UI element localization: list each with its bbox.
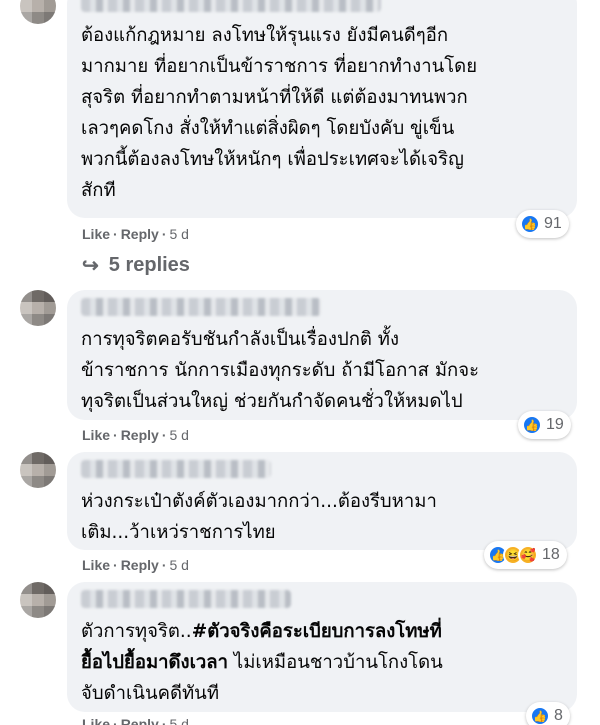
- view-replies-link[interactable]: ↪ 5 replies: [82, 253, 190, 278]
- timestamp[interactable]: 5 d: [169, 716, 188, 725]
- timestamp[interactable]: 5 d: [169, 557, 188, 573]
- reaction-count: 91: [544, 215, 562, 232]
- comment-text: การทุจริตคอรับชันกำลังเป็นเรื่องปกติ ทั้…: [81, 329, 480, 412]
- author-name-blurred[interactable]: [81, 460, 271, 478]
- care-icon: 🥰: [518, 545, 538, 565]
- comment-bubble: ห่วงกระเป๋าตังค์ตัวเองมากกว่า...ต้องรีบห…: [67, 452, 577, 550]
- comment-actions: Like · Reply · 5 d: [82, 427, 189, 443]
- like-icon: 👍: [530, 706, 550, 725]
- like-button[interactable]: Like: [82, 226, 110, 242]
- like-button[interactable]: Like: [82, 557, 110, 573]
- reply-arrow-icon: ↪: [82, 255, 99, 277]
- avatar[interactable]: [20, 290, 56, 326]
- reaction-summary[interactable]: 👍 😆 🥰 18: [484, 541, 567, 569]
- author-name-blurred[interactable]: [81, 298, 321, 316]
- comment-text-part: ตัวการทุจริต..: [81, 621, 192, 642]
- like-button[interactable]: Like: [82, 427, 110, 443]
- like-button[interactable]: Like: [82, 716, 110, 725]
- author-name-blurred[interactable]: [81, 590, 291, 608]
- reaction-summary[interactable]: 👍 8: [526, 702, 570, 725]
- reply-button[interactable]: Reply: [121, 226, 159, 242]
- avatar[interactable]: [20, 452, 56, 488]
- avatar[interactable]: [20, 0, 56, 24]
- reply-button[interactable]: Reply: [121, 427, 159, 443]
- like-icon: 👍: [520, 214, 540, 234]
- comment-bubble: ต้องแก้กฎหมาย ลงโทษให้รุนแรง ยังมีคนดีๆอ…: [67, 0, 577, 218]
- reply-button[interactable]: Reply: [121, 557, 159, 573]
- reaction-count: 8: [554, 707, 563, 724]
- comment-text: ห่วงกระเป๋าตังค์ตัวเองมากกว่า...ต้องรีบห…: [81, 491, 437, 543]
- author-name-blurred[interactable]: [81, 0, 381, 12]
- like-icon: 👍: [522, 415, 542, 435]
- comment-actions: Like · Reply · 5 d: [82, 226, 189, 242]
- reaction-count: 19: [546, 416, 564, 433]
- comment-text: ต้องแก้กฎหมาย ลงโทษให้รุนแรง ยังมีคนดีๆอ…: [81, 25, 478, 201]
- replies-label: 5 replies: [108, 254, 190, 276]
- timestamp[interactable]: 5 d: [169, 226, 188, 242]
- avatar[interactable]: [20, 582, 56, 618]
- comment-text: ตัวการทุจริต..#ตัวจริงคือระเบียบการลงโทษ…: [81, 616, 563, 709]
- timestamp[interactable]: 5 d: [169, 427, 188, 443]
- reaction-summary[interactable]: 👍 91: [516, 210, 569, 238]
- reaction-count: 18: [542, 546, 560, 563]
- reaction-summary[interactable]: 👍 19: [518, 411, 571, 439]
- comment-bubble: การทุจริตคอรับชันกำลังเป็นเรื่องปกติ ทั้…: [67, 290, 577, 420]
- reply-button[interactable]: Reply: [121, 716, 159, 725]
- comment-actions: Like · Reply · 5 d: [82, 557, 189, 573]
- comment-bubble: ตัวการทุจริต..#ตัวจริงคือระเบียบการลงโทษ…: [67, 582, 577, 712]
- comment-actions: Like · Reply · 5 d: [82, 716, 189, 725]
